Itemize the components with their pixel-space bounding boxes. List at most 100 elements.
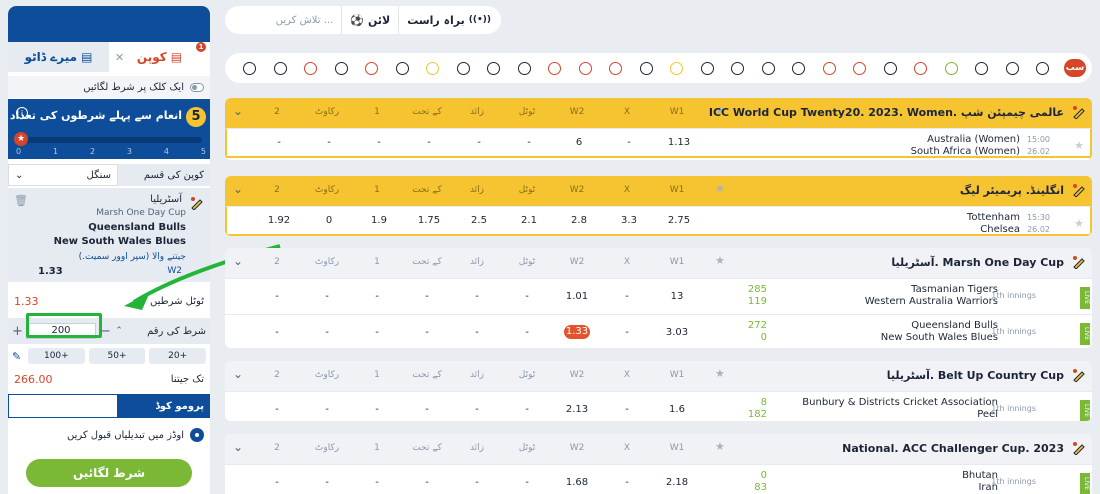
league-header[interactable]: ⌄ ★ انگلینڈ. پریمیئر لیگ W1 X W2 ٹوٹل زائد کے تح… (225, 176, 1092, 206)
sport-all-button[interactable]: سب (1064, 59, 1086, 77)
odds-cell[interactable]: - (607, 327, 647, 338)
hockey-icon[interactable] (273, 62, 287, 75)
odds-cell[interactable]: - (609, 137, 649, 148)
quick-stake-100[interactable]: 100+ (28, 348, 85, 364)
accept-odds-radio[interactable] (190, 428, 204, 442)
chevron-down-icon[interactable]: ⌄ (233, 254, 243, 268)
odds-cell[interactable]: - (507, 477, 547, 488)
tab-my-data[interactable]: میرے ڈاٹو ▤ (8, 42, 109, 72)
odds-cell[interactable]: - (607, 477, 647, 488)
one-click-toggle[interactable] (190, 82, 204, 92)
odds-cell[interactable]: 13 (657, 291, 697, 302)
match-row[interactable]: LIVE 1th innings Queensland Bulls New South… (225, 314, 1092, 348)
odds-cell[interactable]: 0 (309, 215, 349, 226)
plus-icon[interactable]: + (12, 324, 23, 339)
boxing-icon[interactable] (578, 62, 592, 75)
golf-icon[interactable] (975, 62, 988, 75)
handball-icon[interactable] (822, 62, 836, 75)
odds-cell[interactable]: - (607, 404, 647, 415)
match-row[interactable]: LIVE 1th innings Bunbury & Districts Crick… (225, 391, 1092, 421)
volleyball-icon[interactable] (670, 62, 683, 75)
star-icon[interactable]: ★ (1074, 217, 1084, 230)
billiard-icon[interactable] (914, 62, 927, 75)
odds-cell[interactable]: - (507, 404, 547, 415)
odds-cell[interactable]: - (407, 327, 447, 338)
star-icon[interactable]: ★ (715, 254, 725, 267)
odds-cell[interactable]: 2.8 (559, 215, 599, 226)
odds-cell[interactable]: - (257, 327, 297, 338)
odds-cell[interactable]: 2.75 (659, 215, 699, 226)
odds-cell[interactable]: 1.9 (359, 215, 399, 226)
odds-cell[interactable]: - (507, 327, 547, 338)
match-row[interactable]: LIVE 1th innings Tasmanian Tigers Western A… (225, 278, 1092, 314)
rugby-icon[interactable] (548, 62, 561, 75)
cycling-icon[interactable] (334, 62, 348, 75)
star-icon[interactable]: ★ (1074, 139, 1084, 152)
cricket-icon[interactable] (1036, 62, 1049, 75)
odds-cell[interactable]: - (407, 291, 447, 302)
star-icon[interactable]: ★ (715, 440, 725, 453)
tab-coupon[interactable]: ✕ کوپن ▤ 1 (109, 42, 210, 72)
odds-cell[interactable]: - (457, 477, 497, 488)
snooker-icon[interactable] (395, 62, 409, 75)
odds-cell[interactable]: - (509, 137, 549, 148)
chevron-down-icon[interactable]: ⌄ (233, 182, 243, 196)
chevron-up-icon[interactable]: ⌃ (114, 326, 124, 336)
odds-cell[interactable]: 1.33 (564, 325, 590, 339)
star-icon[interactable]: ★ (715, 182, 725, 195)
odds-cell[interactable]: 1.75 (409, 215, 449, 226)
coupon-type-select[interactable]: ⌄ سنگل (8, 164, 118, 186)
basketball-icon[interactable] (639, 62, 653, 75)
odds-cell[interactable]: - (307, 327, 347, 338)
odds-cell[interactable]: - (407, 404, 447, 415)
odds-cell[interactable]: - (257, 291, 297, 302)
ice-hockey-icon[interactable] (700, 62, 714, 75)
match-row[interactable]: ★ 15:30 26.02 Tottenham Chelsea 2.75 3.3 2.8 2.1… (225, 206, 1092, 236)
tennis-icon[interactable] (426, 62, 439, 75)
odds-cell[interactable]: 6 (559, 137, 599, 148)
odds-cell[interactable]: 2.1 (509, 215, 549, 226)
chevron-down-icon[interactable]: ⌄ (233, 104, 243, 118)
odds-cell[interactable]: - (307, 291, 347, 302)
odds-cell[interactable]: 1.92 (259, 215, 299, 226)
odds-cell[interactable]: - (357, 327, 397, 338)
odds-cell[interactable]: - (357, 291, 397, 302)
odds-cell[interactable]: - (607, 291, 647, 302)
soccer-icon[interactable] (1005, 62, 1019, 75)
odds-cell[interactable]: - (257, 404, 297, 415)
odds-cell[interactable]: 3.03 (657, 327, 697, 338)
weightlifting-icon[interactable] (456, 62, 470, 75)
odds-cell[interactable]: 2.5 (459, 215, 499, 226)
odds-cell[interactable]: - (259, 137, 299, 148)
line-toggle[interactable]: ⚽ لائن (350, 14, 390, 27)
darts-icon[interactable] (365, 62, 378, 75)
chevron-down-icon[interactable]: ⌄ (233, 367, 243, 381)
american-football-icon[interactable] (304, 62, 317, 75)
quick-stake-50[interactable]: 50+ (88, 348, 146, 364)
pencil-icon[interactable]: ✎ (12, 350, 24, 363)
quick-stake-20[interactable]: 20+ (149, 348, 207, 364)
trash-icon[interactable]: 🗑 (14, 194, 28, 207)
ski-icon[interactable] (243, 62, 256, 75)
league-header[interactable]: ⌄ ★ آسٹریلیا. Marsh One Day Cup W1 X W2 ٹوٹل زا… (225, 248, 1092, 278)
odds-cell[interactable]: - (407, 477, 447, 488)
futsal-icon[interactable] (792, 62, 805, 75)
odds-cell[interactable]: - (309, 137, 349, 148)
star-icon[interactable]: ★ (715, 367, 725, 380)
close-icon[interactable]: ✕ (115, 51, 124, 64)
odds-cell[interactable]: - (507, 291, 547, 302)
odds-cell[interactable]: - (307, 404, 347, 415)
odds-cell[interactable]: 2.13 (557, 404, 597, 415)
chevron-down-icon[interactable]: ⌄ (233, 440, 243, 454)
promo-code-input[interactable] (8, 394, 118, 418)
baseball-icon[interactable] (883, 62, 897, 75)
odds-cell[interactable]: - (357, 477, 397, 488)
odds-cell[interactable]: - (457, 404, 497, 415)
odds-cell[interactable]: 3.3 (609, 215, 649, 226)
odds-cell[interactable]: - (457, 291, 497, 302)
odds-cell[interactable]: 1.01 (557, 291, 597, 302)
table-tennis-icon[interactable] (609, 62, 622, 75)
odds-cell[interactable]: - (357, 404, 397, 415)
badminton-icon[interactable] (517, 62, 531, 75)
odds-cell[interactable]: - (307, 477, 347, 488)
